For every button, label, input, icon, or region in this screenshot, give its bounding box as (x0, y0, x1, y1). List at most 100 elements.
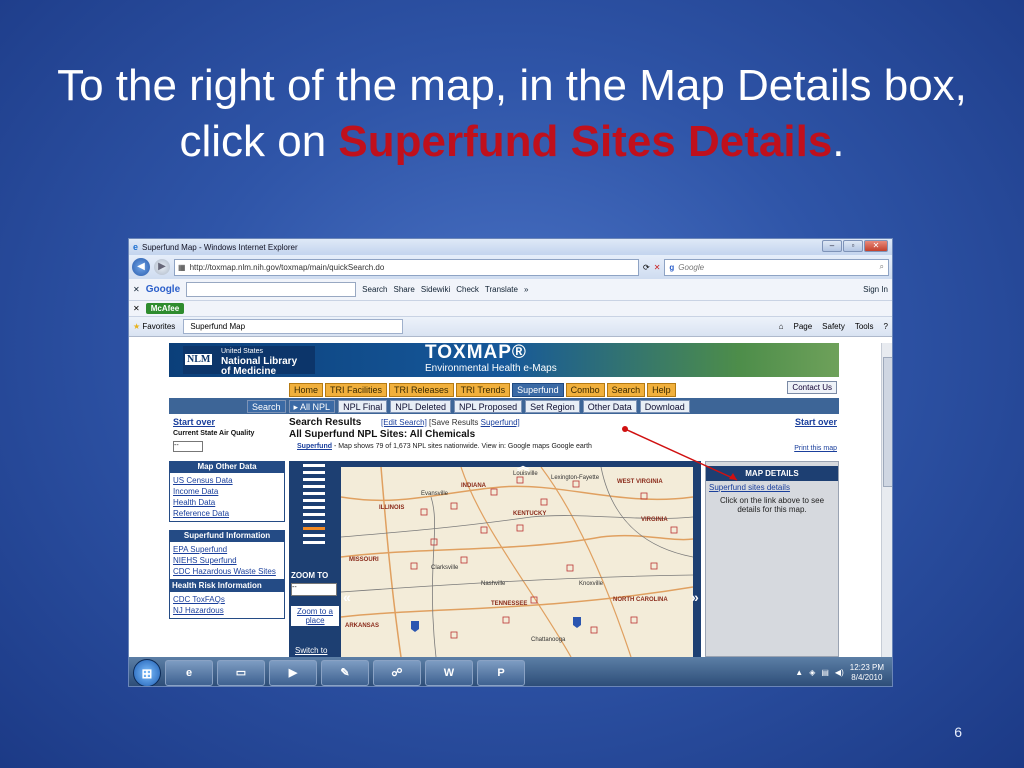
taskbar-media-icon[interactable]: ▶ (269, 659, 317, 686)
browser-tab[interactable]: Superfund Map (183, 319, 404, 334)
gtb-share[interactable]: Share (394, 285, 415, 294)
subtab-npl-deleted[interactable]: NPL Deleted (390, 399, 451, 413)
zoom-slider[interactable] (303, 464, 325, 548)
maximize-button[interactable]: ▫ (843, 240, 863, 252)
superfund-link[interactable]: Superfund (297, 443, 332, 450)
tray-volume-icon[interactable]: ◀) (835, 668, 844, 677)
tray-arrow-icon[interactable]: ▲ (795, 668, 803, 677)
subtab-other-data[interactable]: Other Data (582, 399, 637, 413)
subtab-set-region[interactable]: Set Region (525, 399, 580, 413)
minimize-button[interactable]: – (822, 240, 842, 252)
address-bar[interactable]: ▦ http://toxmap.nlm.nih.gov/toxmap/main/… (174, 258, 639, 276)
sub-tabs: Search ▸ All NPL NPL Final NPL Deleted N… (169, 398, 839, 414)
toxmap-logo: TOXMAP® (425, 343, 527, 363)
zoom-to-select[interactable]: -- (291, 583, 337, 596)
link-niehs[interactable]: NIEHS Superfund (173, 555, 281, 566)
print-map-link[interactable]: Print this map (794, 445, 837, 452)
stop-icon[interactable]: ✕ (654, 263, 661, 272)
superfund-info-list: EPA Superfund NIEHS Superfund CDC Hazard… (169, 541, 285, 580)
link-epa[interactable]: EPA Superfund (173, 544, 281, 555)
taskbar-word-icon[interactable]: W (425, 659, 473, 686)
mcafee-button[interactable]: McAfee (145, 303, 185, 314)
results-links: [Edit Search] [Save Results Superfund] (381, 418, 520, 427)
vertical-scrollbar[interactable] (881, 343, 892, 657)
subtab-search[interactable]: Search (247, 399, 286, 413)
page-content: NLM United States National Library of Me… (129, 343, 892, 657)
link-nj[interactable]: NJ Hazardous (173, 605, 281, 616)
help-icon[interactable]: ? (884, 322, 888, 331)
gtb-translate[interactable]: Translate (485, 285, 518, 294)
subtab-npl-final[interactable]: NPL Final (338, 399, 388, 413)
site-banner: NLM United States National Library of Me… (169, 343, 839, 377)
taskbar-paint-icon[interactable]: ✎ (321, 659, 369, 686)
tray-shield-icon[interactable]: ◈ (809, 668, 815, 677)
superfund-sites-details-link[interactable]: Superfund sites details (706, 481, 838, 494)
tab-home[interactable]: Home (289, 383, 324, 397)
map-other-data-heading: Map Other Data (169, 461, 285, 472)
zoom-place-link[interactable]: Zoom to a place (291, 606, 339, 626)
cmd-tools[interactable]: Tools (855, 322, 874, 331)
link-toxfaqs[interactable]: CDC ToxFAQs (173, 594, 281, 605)
tab-search[interactable]: Search (606, 383, 646, 397)
cmd-safety[interactable]: Safety (822, 322, 845, 331)
tab-help[interactable]: Help (647, 383, 676, 397)
subtab-download[interactable]: Download (639, 399, 690, 413)
switch-to-link[interactable]: Switch to (295, 646, 327, 655)
start-over-link[interactable]: Start over (173, 417, 215, 427)
browser-search-input[interactable]: g Google ⌕ (664, 258, 889, 276)
nlm-logo-block[interactable]: NLM United States National Library of Me… (183, 346, 315, 377)
forward-icon[interactable]: ▶ (154, 259, 170, 275)
gtb-check[interactable]: Check (456, 285, 479, 294)
google-toolbar-input[interactable] (186, 282, 357, 297)
tab-tri-releases[interactable]: TRI Releases (389, 383, 454, 397)
gtb-search[interactable]: Search (362, 285, 387, 294)
taskbar-powerpoint-icon[interactable]: P (477, 659, 525, 686)
contact-us-button[interactable]: Contact Us (787, 381, 837, 394)
gtb-signin[interactable]: Sign In (863, 285, 888, 294)
details-note: Click on the link above to see details f… (719, 496, 825, 514)
label-west-virginia: WEST VIRGINIA (617, 479, 663, 485)
google-icon: g (669, 262, 675, 272)
tab-tri-trends[interactable]: TRI Trends (455, 383, 511, 397)
subtab-all-npl[interactable]: ▸ All NPL (288, 399, 336, 413)
pan-right-icon[interactable]: » (691, 589, 699, 605)
taskbar-folder-icon[interactable]: ▭ (217, 659, 265, 686)
link-reference[interactable]: Reference Data (173, 508, 281, 519)
superfund-save-link[interactable]: Superfund] (481, 418, 520, 427)
close-button[interactable]: ✕ (864, 240, 888, 252)
home-icon[interactable]: ⌂ (779, 322, 784, 331)
edit-search-link[interactable]: [Edit Search] (381, 418, 427, 427)
pan-left-icon[interactable]: « (343, 589, 351, 605)
label-north-carolina: NORTH CAROLINA (613, 597, 668, 603)
link-income[interactable]: Income Data (173, 486, 281, 497)
tray-network-icon[interactable]: ▤ (821, 668, 829, 677)
map-image[interactable]: Louisville Lexington-Fayette WEST VIRGIN… (341, 467, 693, 657)
start-over-link-right[interactable]: Start over (795, 417, 837, 427)
tab-superfund[interactable]: Superfund (512, 383, 564, 397)
taskbar-network-icon[interactable]: ☍ (373, 659, 421, 686)
zoom-strip: ZOOM TO -- Zoom to a place Switch to (289, 461, 341, 657)
link-census[interactable]: US Census Data (173, 475, 281, 486)
system-tray: ▲ ◈ ▤ ◀) 12:23 PM 8/4/2010 (795, 663, 892, 683)
label-indiana: INDIANA (461, 483, 487, 489)
tab-tri-facilities[interactable]: TRI Facilities (325, 383, 388, 397)
subtab-npl-proposed[interactable]: NPL Proposed (453, 399, 523, 413)
pan-up-icon[interactable]: ︽ (517, 457, 529, 474)
favorites-button[interactable]: ★ Favorites (133, 322, 175, 331)
toolbar-close-icon[interactable]: ✕ (133, 304, 140, 313)
clock[interactable]: 12:23 PM 8/4/2010 (850, 663, 884, 683)
search-icon[interactable]: ⌕ (880, 262, 884, 272)
link-cdc[interactable]: CDC Hazardous Waste Sites (173, 566, 281, 577)
back-icon[interactable]: ◀ (132, 258, 150, 276)
refresh-icon[interactable]: ⟳ (643, 263, 650, 272)
air-quality-select[interactable]: -- (173, 441, 203, 452)
start-button[interactable]: ⊞ (133, 658, 161, 686)
link-health[interactable]: Health Data (173, 497, 281, 508)
cmd-page[interactable]: Page (793, 322, 812, 331)
gtb-more[interactable]: » (524, 285, 528, 294)
taskbar-ie-icon[interactable]: e (165, 659, 213, 686)
gtb-sidewiki[interactable]: Sidewiki (421, 285, 450, 294)
tab-combo[interactable]: Combo (565, 383, 605, 397)
toolbar-close-icon[interactable]: ✕ (133, 285, 140, 294)
slide-title: To the right of the map, in the Map Deta… (40, 58, 984, 170)
